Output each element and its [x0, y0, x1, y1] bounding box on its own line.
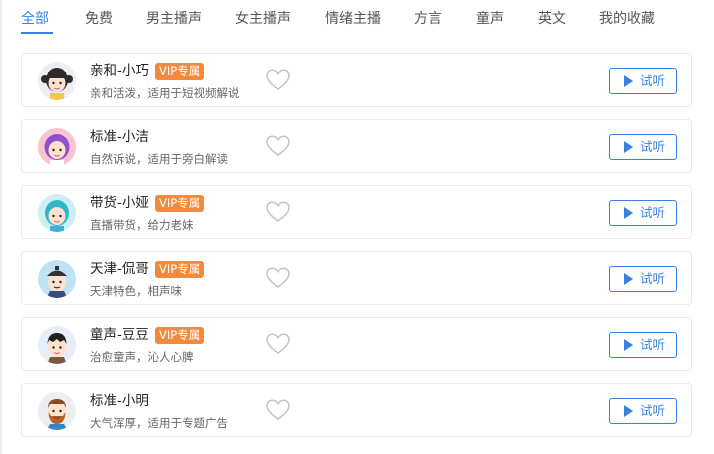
- boy-avatar-icon: [38, 326, 76, 364]
- listen-button[interactable]: 试听: [609, 398, 677, 424]
- listen-button[interactable]: 试听: [609, 68, 677, 94]
- voice-card: 天津-侃哥 VIP专属 天津特色，相声味 试听: [21, 251, 692, 305]
- play-icon: [624, 339, 633, 351]
- listen-button[interactable]: 试听: [609, 332, 677, 358]
- listen-label: 试听: [640, 403, 666, 418]
- heart-outline-icon[interactable]: [266, 135, 290, 157]
- voice-name: 标准-小洁: [90, 129, 149, 145]
- voice-card: 标准-小明 大气浑厚，适用于专题广告 试听: [21, 383, 692, 437]
- category-tabs: 全部 免费 男主播声 女主播声 情绪主播 方言 童声 英文 我的收藏: [0, 0, 714, 36]
- listen-label: 试听: [640, 271, 666, 286]
- voice-card: 带货-小娅 VIP专属 直播带货，给力老妹 试听: [21, 185, 692, 239]
- play-icon: [624, 405, 633, 417]
- listen-button[interactable]: 试听: [609, 134, 677, 160]
- heart-outline-icon[interactable]: [266, 399, 290, 421]
- voice-description: 天津特色，相声味: [90, 284, 182, 298]
- voice-card: 亲和-小巧 VIP专属 亲和活泼，适用于短视频解说 试听: [21, 53, 692, 107]
- heart-outline-icon[interactable]: [266, 201, 290, 223]
- bearded-man-avatar-icon: [38, 392, 76, 430]
- vip-badge: VIP专属: [155, 327, 205, 344]
- girl-purple-hair-avatar-icon: [38, 128, 76, 166]
- listen-button[interactable]: 试听: [609, 200, 677, 226]
- voice-description: 亲和活泼，适用于短视频解说: [90, 86, 240, 100]
- voice-name: 童声-豆豆: [90, 327, 149, 343]
- voice-name: 带货-小娅: [90, 195, 149, 211]
- play-icon: [624, 141, 633, 153]
- voice-description: 治愈童声，沁人心脾: [90, 350, 194, 364]
- tab-free[interactable]: 免费: [85, 9, 113, 29]
- vip-badge: VIP专属: [155, 195, 205, 212]
- tab-child-voice[interactable]: 童声: [476, 9, 504, 29]
- listen-label: 试听: [640, 139, 666, 154]
- tab-my-favorites[interactable]: 我的收藏: [599, 9, 655, 29]
- left-divider: [0, 0, 2, 454]
- voice-card: 童声-豆豆 VIP专属 治愈童声，沁人心脾 试听: [21, 317, 692, 371]
- tab-dialect[interactable]: 方言: [414, 9, 442, 29]
- vip-badge: VIP专属: [155, 63, 205, 80]
- man-traditional-hat-avatar-icon: [38, 260, 76, 298]
- girl-teal-hair-avatar-icon: [38, 194, 76, 232]
- listen-label: 试听: [640, 73, 666, 88]
- girl-braids-avatar-icon: [38, 62, 76, 100]
- heart-outline-icon[interactable]: [266, 267, 290, 289]
- tab-all[interactable]: 全部: [21, 9, 49, 29]
- listen-button[interactable]: 试听: [609, 266, 677, 292]
- vip-badge: VIP专属: [155, 261, 205, 278]
- tab-english[interactable]: 英文: [538, 9, 566, 29]
- listen-label: 试听: [640, 337, 666, 352]
- heart-outline-icon[interactable]: [266, 333, 290, 355]
- play-icon: [624, 75, 633, 87]
- listen-label: 试听: [640, 205, 666, 220]
- voice-description: 自然诉说，适用于旁白解读: [90, 152, 228, 166]
- voice-name: 标准-小明: [90, 393, 149, 409]
- tab-male-anchor[interactable]: 男主播声: [146, 9, 202, 29]
- voice-description: 直播带货，给力老妹: [90, 218, 194, 232]
- tab-female-anchor[interactable]: 女主播声: [235, 9, 291, 29]
- voice-name: 亲和-小巧: [90, 63, 149, 79]
- voice-card: 标准-小洁 自然诉说，适用于旁白解读 试听: [21, 119, 692, 173]
- play-icon: [624, 207, 633, 219]
- active-tab-indicator: [21, 32, 53, 34]
- tab-emotional-anchor[interactable]: 情绪主播: [325, 9, 381, 29]
- play-icon: [624, 273, 633, 285]
- voice-name: 天津-侃哥: [90, 261, 149, 277]
- voice-description: 大气浑厚，适用于专题广告: [90, 416, 228, 430]
- heart-outline-icon[interactable]: [266, 69, 290, 91]
